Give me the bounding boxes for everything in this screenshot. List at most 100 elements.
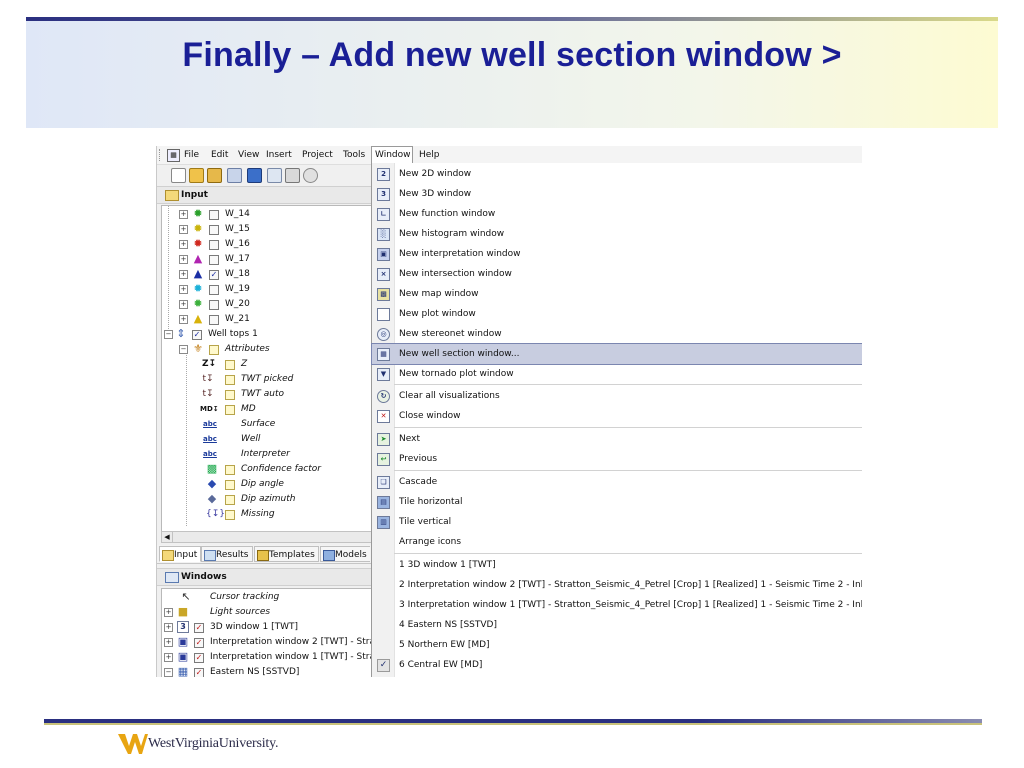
tab-templates[interactable]: Templates xyxy=(254,546,319,562)
menu-item-window-5[interactable]: 5 Northern EW [MD] xyxy=(372,635,862,655)
tree-item-w14[interactable]: + ✹ W_14 xyxy=(162,207,372,222)
menu-insert[interactable]: Insert xyxy=(263,146,295,164)
tree-checkbox[interactable] xyxy=(225,510,235,520)
tree-item-w18[interactable]: + ▲ ✓ W_18 xyxy=(162,267,372,282)
tree-checkbox[interactable] xyxy=(209,225,219,235)
tab-models[interactable]: Models xyxy=(320,546,370,562)
expand-icon[interactable]: + xyxy=(179,300,188,309)
windows-item-light-sources[interactable]: + ■ Light sources xyxy=(162,605,372,620)
tree-item-w20[interactable]: + ✹ W_20 xyxy=(162,297,372,312)
open-icon[interactable] xyxy=(189,168,204,183)
menu-item-window-4[interactable]: 4 Eastern NS [SSTVD] xyxy=(372,615,862,635)
expand-icon[interactable]: + xyxy=(164,653,173,662)
tree-checkbox[interactable] xyxy=(225,405,235,415)
tree-item-w17[interactable]: + ▲ W_17 xyxy=(162,252,372,267)
menu-item-tile-horizontal[interactable]: ▤ Tile horizontal xyxy=(372,492,862,512)
menu-item-close-window[interactable]: ✕ Close window xyxy=(372,406,862,426)
expand-icon[interactable]: + xyxy=(179,225,188,234)
menu-help[interactable]: Help xyxy=(416,146,443,164)
menu-item-previous[interactable]: ↩ Previous xyxy=(372,449,862,469)
copy-icon[interactable] xyxy=(267,168,282,183)
tree-item-z[interactable]: Z↧ Z xyxy=(162,357,372,372)
tree-checkbox[interactable] xyxy=(209,255,219,265)
collapse-icon[interactable]: − xyxy=(164,330,173,339)
tree-item-twt-picked[interactable]: t↧ TWT picked xyxy=(162,372,372,387)
tree-item-w15[interactable]: + ✹ W_15 xyxy=(162,222,372,237)
menu-item-new-intersection-window[interactable]: ⨯ New intersection window xyxy=(372,264,862,284)
tree-item-well[interactable]: abc Well xyxy=(162,432,372,447)
menu-item-tile-vertical[interactable]: ▥ Tile vertical xyxy=(372,512,862,532)
save-icon[interactable] xyxy=(247,168,262,183)
new-icon[interactable] xyxy=(171,168,186,183)
tree-item-well-tops[interactable]: − ⇕ ✓ Well tops 1 xyxy=(162,327,372,342)
tree-checkbox[interactable] xyxy=(209,345,219,355)
expand-icon[interactable]: + xyxy=(179,315,188,324)
tree-checkbox[interactable] xyxy=(209,210,219,220)
menu-item-new-tornado-plot-window[interactable]: ▼ New tornado plot window xyxy=(372,364,862,384)
menu-item-clear-all-visualizations[interactable]: ↻ Clear all visualizations xyxy=(372,386,862,406)
tree-checkbox-checked[interactable]: ✓ xyxy=(194,623,204,633)
tree-checkbox[interactable] xyxy=(225,465,235,475)
collapse-icon[interactable]: − xyxy=(179,345,188,354)
tree-checkbox[interactable] xyxy=(225,495,235,505)
menu-project[interactable]: Project xyxy=(299,146,336,164)
expand-icon[interactable]: + xyxy=(179,255,188,264)
tree-checkbox[interactable] xyxy=(209,285,219,295)
tree-item-w19[interactable]: + ✹ W_19 xyxy=(162,282,372,297)
scroll-left-icon[interactable]: ◀ xyxy=(162,532,173,542)
tree-checkbox-checked[interactable]: ✓ xyxy=(194,668,204,677)
chart-icon[interactable] xyxy=(227,168,242,183)
menu-item-new-3d-window[interactable]: 3 New 3D window xyxy=(372,184,862,204)
tab-results[interactable]: Results xyxy=(201,546,253,562)
tree-item-interpreter[interactable]: abc Interpreter xyxy=(162,447,372,462)
tree-checkbox[interactable] xyxy=(209,240,219,250)
tree-item-attributes[interactable]: − ⚜ Attributes xyxy=(162,342,372,357)
tree-checkbox[interactable] xyxy=(209,300,219,310)
tree-checkbox[interactable] xyxy=(225,390,235,400)
tree-item-md[interactable]: MD↧ MD xyxy=(162,402,372,417)
menu-view[interactable]: View xyxy=(235,146,262,164)
tree-checkbox[interactable] xyxy=(225,360,235,370)
menu-item-window-6[interactable]: ✓ 6 Central EW [MD] xyxy=(372,655,862,675)
expand-icon[interactable]: + xyxy=(164,608,173,617)
tree-checkbox[interactable] xyxy=(225,375,235,385)
menu-item-new-2d-window[interactable]: 2 New 2D window xyxy=(372,164,862,184)
menu-tools[interactable]: Tools xyxy=(340,146,368,164)
windows-item-eastern-ns[interactable]: − ▦ ✓ Eastern NS [SSTVD] xyxy=(162,665,372,677)
tree-checkbox-checked[interactable]: ✓ xyxy=(192,330,202,340)
expand-icon[interactable]: + xyxy=(179,285,188,294)
tree-item-surface[interactable]: abc Surface xyxy=(162,417,372,432)
menu-edit[interactable]: Edit xyxy=(208,146,231,164)
tree-checkbox-checked[interactable]: ✓ xyxy=(194,653,204,663)
windows-item-cursor-tracking[interactable]: ↖ Cursor tracking xyxy=(162,590,372,605)
help-icon[interactable] xyxy=(303,168,318,183)
windows-item-interpretation-1[interactable]: + ▣ ✓ Interpretation window 1 [TWT] - St… xyxy=(162,650,372,665)
menu-item-new-plot-window[interactable]: New plot window xyxy=(372,304,862,324)
tree-checkbox[interactable] xyxy=(209,315,219,325)
tree-item-dip-angle[interactable]: ◆ Dip angle xyxy=(162,477,372,492)
menu-item-cascade[interactable]: ❏ Cascade xyxy=(372,472,862,492)
tree-checkbox-checked[interactable]: ✓ xyxy=(194,638,204,648)
expand-icon[interactable]: + xyxy=(179,270,188,279)
menu-item-window-3[interactable]: 3 Interpretation window 1 [TWT] - Stratt… xyxy=(372,595,862,615)
tree-item-dip-azimuth[interactable]: ◆ Dip azimuth xyxy=(162,492,372,507)
tree-item-missing[interactable]: {↧} Missing xyxy=(162,507,372,522)
windows-item-3d-window[interactable]: + 3 ✓ 3D window 1 [TWT] xyxy=(162,620,372,635)
menu-item-new-map-window[interactable]: ▩ New map window xyxy=(372,284,862,304)
expand-icon[interactable]: + xyxy=(164,638,173,647)
expand-icon[interactable]: + xyxy=(179,240,188,249)
menu-item-new-function-window[interactable]: ∟ New function window xyxy=(372,204,862,224)
menu-item-window-2[interactable]: 2 Interpretation window 2 [TWT] - Stratt… xyxy=(372,575,862,595)
collapse-icon[interactable]: − xyxy=(164,668,173,677)
expand-icon[interactable]: + xyxy=(179,210,188,219)
menu-item-new-well-section-window[interactable]: ▦ New well section window... xyxy=(371,343,862,365)
menu-window[interactable]: Window xyxy=(371,146,413,164)
tree-checkbox-checked[interactable]: ✓ xyxy=(209,270,219,280)
folder-icon[interactable] xyxy=(207,168,222,183)
tree-item-confidence-factor[interactable]: ▩ Confidence factor xyxy=(162,462,372,477)
menu-item-new-histogram-window[interactable]: ░ New histogram window xyxy=(372,224,862,244)
menu-item-window-1[interactable]: 1 3D window 1 [TWT] xyxy=(372,555,862,575)
windows-item-interpretation-2[interactable]: + ▣ ✓ Interpretation window 2 [TWT] - St… xyxy=(162,635,372,650)
tree-item-w21[interactable]: + ▲ W_21 xyxy=(162,312,372,327)
expand-icon[interactable]: + xyxy=(164,623,173,632)
